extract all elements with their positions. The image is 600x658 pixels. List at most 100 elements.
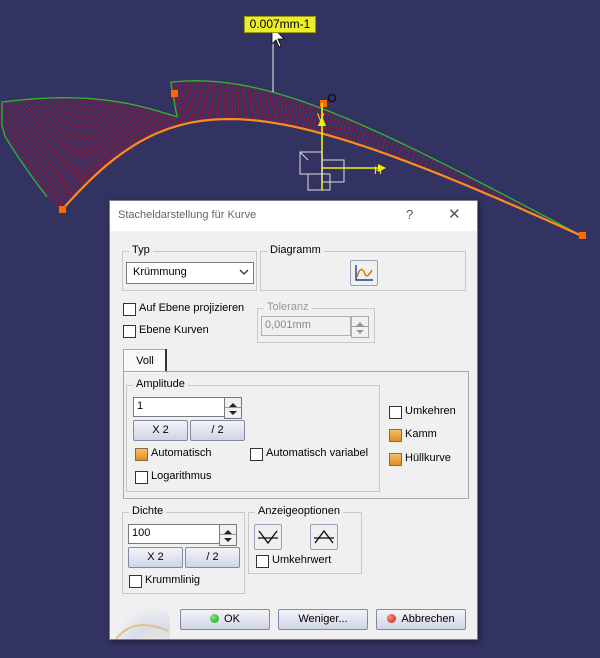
comb-spike [420,154,425,166]
comb-spike [381,136,387,152]
curve-control-point[interactable] [171,90,178,97]
comb-spike [174,116,177,126]
comb-spike [457,173,461,182]
dichte-input[interactable]: 100 [128,524,220,544]
umkehrwert-checkbox[interactable] [256,555,269,568]
comb-spike [238,85,239,120]
kamm-checkbox[interactable] [389,429,402,442]
auf-ebene-checkbox[interactable] [123,303,136,316]
axis-h-label: H [374,165,382,177]
automatisch-variabel-checkbox[interactable] [250,448,263,461]
dialog-title: Stacheldarstellung für Kurve [118,209,256,221]
comb-spike [402,146,407,160]
typ-select[interactable]: Krümmung [126,262,254,284]
huellkurve-label: Hüllkurve [405,452,451,464]
comb-spike [28,171,66,205]
earth-logo-icon [110,601,170,639]
toleranz-spinner[interactable] [351,316,369,338]
comb-spike [174,82,184,124]
comb-inside-icon [255,525,281,549]
comb-spike [385,138,391,154]
automatisch-checkbox[interactable] [135,448,148,461]
comb-spike [6,102,87,184]
spin-up-icon [225,400,241,409]
comb-inside-button[interactable] [254,524,282,550]
dichte-x2-button[interactable]: X 2 [128,547,183,568]
typ-selected-value: Krümmung [133,266,187,278]
curve-selected-point[interactable] [320,100,327,107]
diagram-icon [351,261,377,285]
comb-spike [162,112,168,129]
comb-outside-icon [311,525,337,549]
diagram-button[interactable] [350,260,378,286]
comb-spike [199,81,204,121]
logarithmus-label: Logarithmus [151,470,212,482]
umkehren-checkbox[interactable] [389,406,402,419]
amplitude-input[interactable]: 1 [133,397,225,417]
curvature-value-label: 0.007mm-1 [244,16,316,33]
amplitude-spinner[interactable] [224,397,242,419]
dichte-spinner[interactable] [219,524,237,546]
huellkurve-checkbox[interactable] [389,453,402,466]
comb-spike [0,114,77,193]
cancel-icon [387,614,396,623]
automatisch-variabel-label: Automatisch variabel [266,447,368,459]
krummlinig-label: Krummlinig [145,574,200,586]
chevron-down-icon [239,266,249,278]
comb-spike [261,90,265,121]
comb-spike [438,163,442,174]
comb-spike [217,82,219,120]
logarithmus-checkbox[interactable] [135,471,148,484]
amplitude-x2-button[interactable]: X 2 [133,420,188,441]
toleranz-label: Toleranz [264,301,312,313]
comb-spike [393,142,398,157]
ok-icon [210,614,219,623]
krummlinig-checkbox[interactable] [129,575,142,588]
comb-spike [252,88,255,120]
help-button[interactable]: ? [406,207,413,222]
abbrechen-button[interactable]: Abbrechen [376,609,466,630]
comb-spike [195,81,201,121]
comb-spike [258,89,262,120]
curve-end-point-right[interactable] [579,232,586,239]
comb-spike [241,85,243,119]
comb-spike [165,113,170,128]
amplitude-div2-button[interactable]: / 2 [190,420,245,441]
comb-spike [398,144,403,158]
comb-spike [424,156,429,168]
toleranz-input[interactable]: 0,001mm [261,316,351,336]
curve-end-point-left[interactable] [59,206,66,213]
ok-label: OK [224,613,240,625]
close-button[interactable]: ✕ [448,205,461,223]
comb-spike [377,134,383,150]
tab-voll[interactable]: Voll [123,349,167,373]
amplitude-label: Amplitude [133,378,188,390]
ebene-kurven-checkbox[interactable] [123,325,136,338]
automatisch-label: Automatisch [151,447,212,459]
spin-up-icon [352,319,368,328]
weniger-button[interactable]: Weniger... [278,609,368,630]
toleranz-value: 0,001mm [265,319,311,331]
comb-spike [232,84,233,119]
comb-spike [30,99,98,173]
comb-spike [462,175,466,184]
spin-down-icon [352,328,368,338]
comb-spike [138,106,152,136]
dichte-label: Dichte [129,505,166,517]
amplitude-value: 1 [137,400,143,412]
comb-spike [447,168,451,178]
comb-spike [211,81,214,119]
comb-outside-button[interactable] [310,524,338,550]
comb-spike [429,159,433,170]
dialog-titlebar[interactable]: Stacheldarstellung für Kurve ? ✕ [110,201,477,231]
comb-spike [443,165,447,175]
comb-spike [452,170,456,179]
spin-up-icon [220,527,236,536]
comb-spike [373,132,379,149]
comb-spike [472,180,475,188]
comb-analysis-dialog: Stacheldarstellung für Kurve ? ✕ Typ Krü… [109,200,478,640]
comb-spike [389,140,394,155]
ok-button[interactable]: OK [180,609,270,630]
dichte-div2-button[interactable]: / 2 [185,547,240,568]
comb-spike [224,82,225,119]
